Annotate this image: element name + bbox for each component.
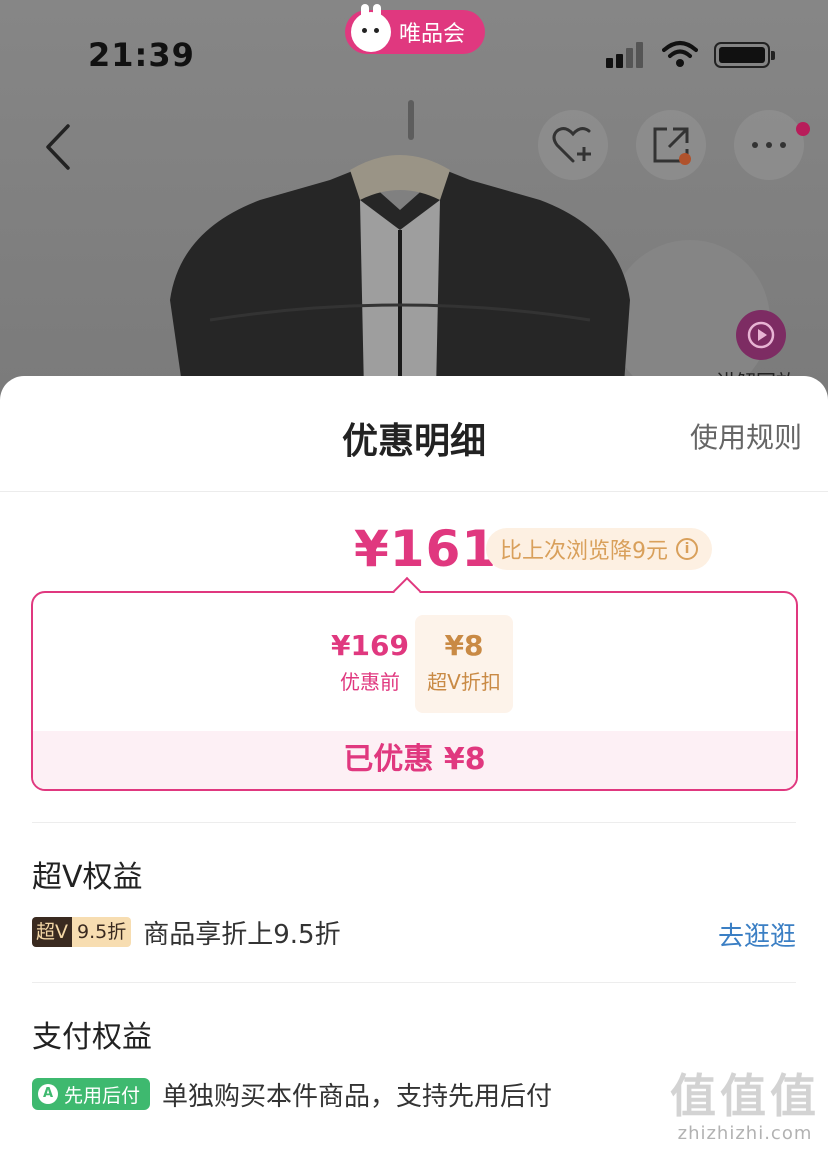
info-icon: i <box>676 538 698 560</box>
hanger-hook <box>408 100 414 140</box>
play-icon <box>747 321 775 349</box>
rules-link[interactable]: 使用规则 <box>690 416 802 456</box>
brand-pill: 唯品会 <box>345 4 485 54</box>
battery-icon <box>714 42 775 68</box>
price-drop-badge[interactable]: 比上次浏览降9元 i <box>486 528 712 570</box>
discount-detail-sheet: 优惠明细 使用规则 ¥161 比上次浏览降9元 i ¥169 优惠前 - ¥8 … <box>0 376 828 1152</box>
rabbit-logo-icon <box>351 4 391 52</box>
discount-label: 超V折扣 <box>427 670 501 694</box>
divider <box>32 822 796 823</box>
original-price-block: ¥169 优惠前 <box>315 629 425 695</box>
svip-section-title: 超V权益 <box>32 860 143 895</box>
go-browse-link[interactable]: 去逛逛 <box>718 916 796 953</box>
original-amount: ¥169 <box>331 629 409 662</box>
favorite-button[interactable] <box>538 110 608 180</box>
pay-benefit-text: 单独购买本件商品，支持先用后付 <box>162 1081 553 1112</box>
share-icon <box>653 127 691 165</box>
svip-benefit-text: 商品享折上9.5折 <box>143 919 341 950</box>
notification-dot <box>796 122 810 136</box>
brand-name: 唯品会 <box>399 22 466 47</box>
status-time: 21:39 <box>88 36 195 74</box>
svip-discount-block: ¥8 超V折扣 <box>415 615 513 713</box>
back-arrow-icon[interactable] <box>40 122 80 172</box>
sheet-header: 优惠明细 使用规则 <box>0 376 828 492</box>
discount-amount: ¥8 <box>444 629 484 662</box>
signal-icon <box>606 42 643 68</box>
share-button[interactable] <box>636 110 706 180</box>
divider <box>32 982 796 983</box>
watermark: 值值值 zhizhizhi.com <box>670 1069 820 1144</box>
svip-badge-right: 9.5折 <box>72 917 132 947</box>
saved-total: 已优惠 ¥8 <box>33 731 796 789</box>
svip-badge-left: 超V <box>32 917 72 947</box>
price-drop-text: 比上次浏览降9元 <box>500 539 668 564</box>
watermark-url: zhizhizhi.com <box>677 1123 813 1144</box>
svip-benefit-row: 超V 9.5折 商品享折上9.5折 去逛逛 <box>32 912 796 952</box>
final-price: ¥161 <box>354 520 498 578</box>
wifi-icon <box>662 41 698 67</box>
replay-button[interactable] <box>736 310 786 360</box>
original-label: 优惠前 <box>340 670 400 694</box>
watermark-logo: 值值值 <box>670 1069 820 1123</box>
pay-later-icon: A <box>38 1084 58 1104</box>
pay-section-title: 支付权益 <box>32 1020 152 1055</box>
more-dots-icon <box>752 142 786 148</box>
heart-plus-icon <box>552 127 591 163</box>
pay-later-badge-label: 先用后付 <box>64 1084 141 1107</box>
more-button[interactable] <box>734 110 810 180</box>
price-row: ¥161 比上次浏览降9元 i <box>0 520 828 584</box>
svip-badge: 超V 9.5折 <box>32 917 132 947</box>
pay-later-badge: A 先用后付 <box>32 1078 151 1110</box>
discount-calculation-box: ¥169 优惠前 - ¥8 超V折扣 已优惠 ¥8 <box>31 576 798 791</box>
